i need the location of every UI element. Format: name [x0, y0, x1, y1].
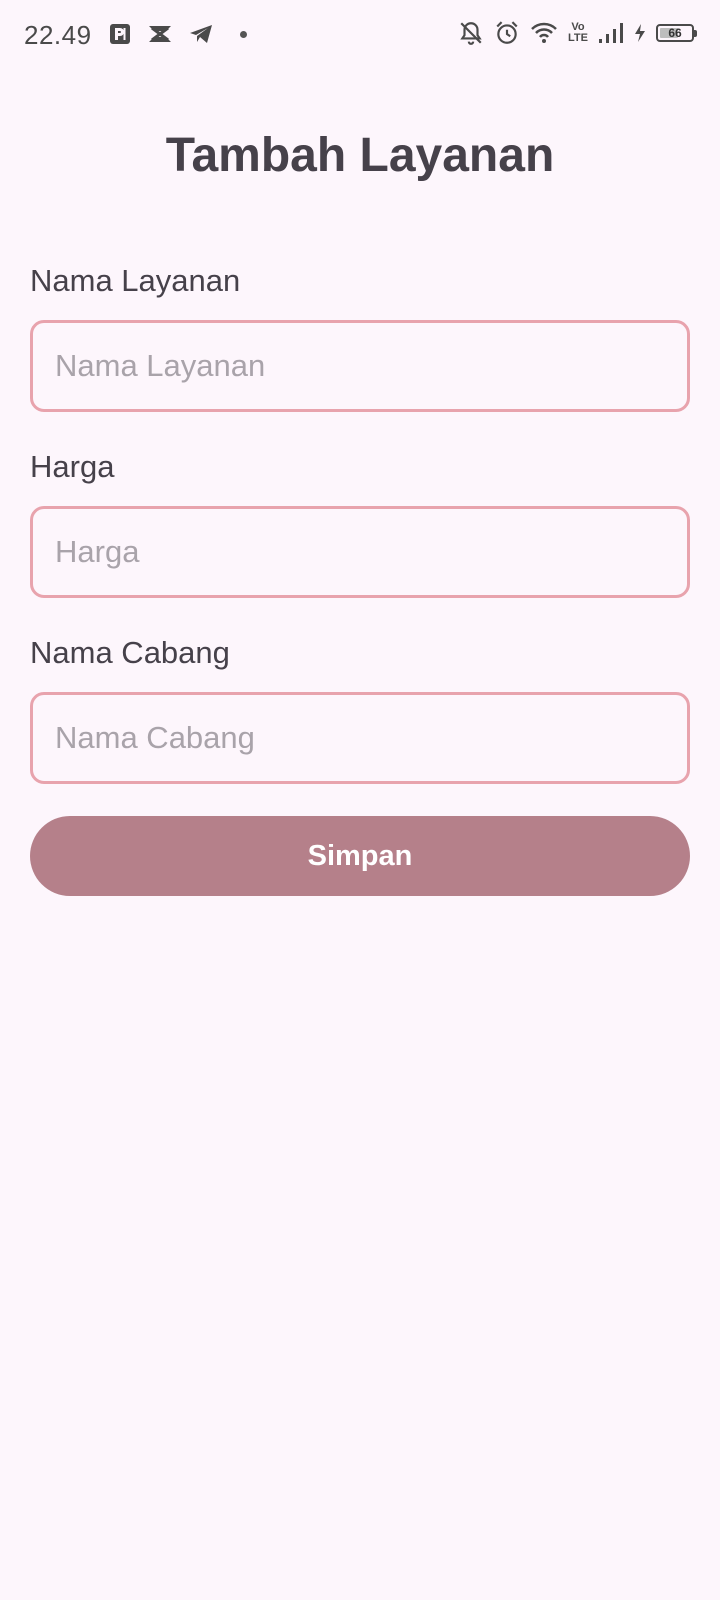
status-time: 22.49	[24, 20, 92, 50]
branch-name-input[interactable]	[30, 692, 690, 784]
signal-icon	[598, 22, 624, 44]
page-title: Tambah Layanan	[165, 129, 555, 182]
charging-icon	[634, 23, 646, 43]
branch-name-label: Nama Cabang	[30, 635, 230, 670]
capcut-icon	[146, 22, 174, 46]
battery-icon: 66	[656, 24, 697, 42]
bell-off-icon	[458, 20, 484, 46]
notification-dot-icon	[240, 30, 247, 38]
battery-level: 66	[668, 26, 682, 40]
add-service-form: Nama Layanan Harga Nama Cabang Simpan	[30, 258, 690, 896]
volte-icon: Vo LTE	[568, 22, 588, 44]
parking-app-icon	[108, 22, 132, 46]
service-name-label: Nama Layanan	[30, 263, 241, 298]
service-name-input[interactable]	[30, 320, 690, 412]
volte-bottom-text: LTE	[568, 32, 588, 44]
price-input[interactable]	[30, 506, 690, 598]
status-right-icons: Vo LTE 66	[458, 20, 697, 46]
save-button[interactable]: Simpan	[30, 816, 690, 896]
alarm-icon	[494, 20, 520, 46]
status-bar: 22.49 Vo LTE 66	[0, 0, 720, 72]
price-label: Harga	[30, 449, 115, 484]
telegram-icon	[188, 22, 214, 46]
wifi-icon	[530, 21, 558, 45]
status-left-icons	[108, 22, 247, 46]
